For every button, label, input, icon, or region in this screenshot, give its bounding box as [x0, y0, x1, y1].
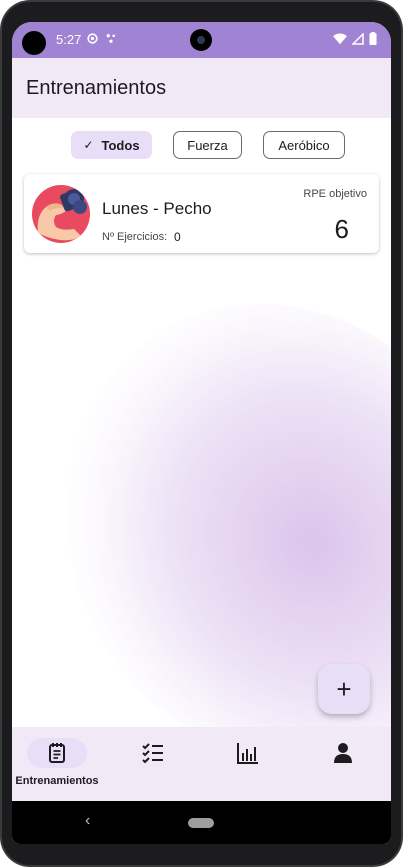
front-camera — [190, 29, 212, 51]
check-icon: ✓ — [83, 138, 94, 152]
person-icon — [331, 741, 355, 765]
top-app-bar: Entrenamientos — [12, 58, 391, 118]
system-navigation-bar: ‹ — [12, 801, 391, 844]
filter-chip-label: Todos — [101, 137, 140, 153]
workout-notebook-icon — [45, 741, 69, 765]
background-gradient-blob — [12, 224, 391, 727]
phone-frame: 5:27 Entrenamientos ✓ Todos Fuerza Aerób… — [0, 0, 403, 867]
nav-item-profile[interactable] — [298, 727, 388, 801]
app-screen: 5:27 Entrenamientos ✓ Todos Fuerza Aerób… — [12, 22, 391, 844]
rpe-value: 6 — [334, 214, 349, 244]
exercises-count: 0 — [174, 230, 181, 244]
nav-item-stats[interactable] — [203, 727, 293, 801]
page-title: Entrenamientos — [26, 77, 167, 99]
workout-card[interactable]: Lunes - Pecho Nº Ejercicios: 0 RPE objet… — [24, 174, 379, 253]
filter-chip-fuerza[interactable]: Fuerza — [173, 131, 242, 159]
filter-chip-todos[interactable]: ✓ Todos — [71, 131, 152, 159]
status-bar: 5:27 — [12, 22, 391, 58]
filter-chips: ✓ Todos Fuerza Aeróbico — [71, 131, 345, 159]
nav-item-entrenamientos[interactable]: Entrenamientos — [12, 727, 102, 801]
camera-cutout-left — [22, 31, 46, 55]
notification-dots-icon — [105, 32, 118, 50]
filter-chip-label: Aeróbico — [278, 137, 330, 153]
nav-item-checklist[interactable] — [108, 727, 198, 801]
checklist-icon — [141, 741, 165, 765]
add-icon: + — [336, 673, 352, 704]
gear-icon — [86, 32, 99, 50]
bottom-navigation: Entrenamientos — [12, 727, 391, 801]
nav-label: Entrenamientos — [15, 775, 99, 787]
add-workout-button[interactable]: + — [318, 664, 370, 714]
home-handle[interactable] — [188, 818, 214, 828]
filter-chip-label: Fuerza — [187, 137, 228, 153]
workout-title: Lunes - Pecho — [102, 199, 212, 218]
filter-chip-aerobico[interactable]: Aeróbico — [263, 131, 345, 159]
workout-list-area[interactable]: ✓ Todos Fuerza Aeróbico Lunes - Pecho Nº… — [12, 118, 391, 727]
battery-icon — [369, 32, 377, 50]
status-time: 5:27 — [56, 32, 82, 47]
wifi-icon — [333, 32, 347, 50]
bar-chart-icon — [236, 741, 260, 765]
signal-icon — [351, 32, 364, 50]
flexed-arm-dumbbell-icon — [32, 185, 90, 243]
exercises-label: Nº Ejercicios: — [102, 231, 168, 243]
rpe-label: RPE objetivo — [303, 188, 367, 200]
back-icon[interactable]: ‹ — [85, 812, 90, 830]
